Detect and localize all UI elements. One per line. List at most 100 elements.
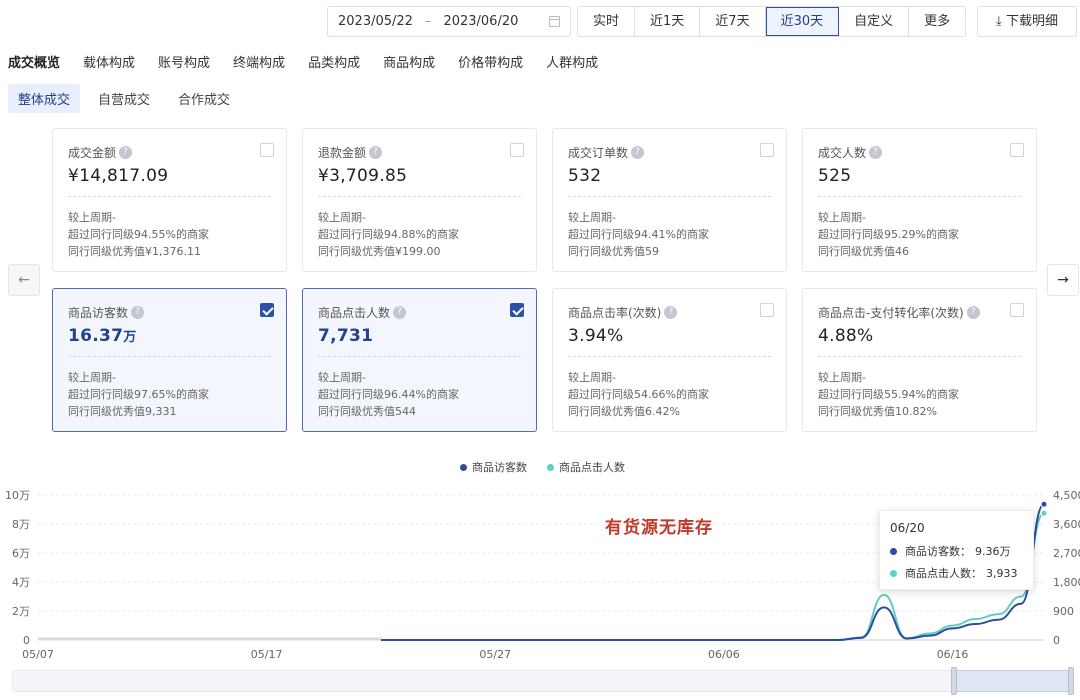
metric-card[interactable]: 成交人数? 525 较上周期- 超过同行同级95.29%的商家 同行同级优秀值46	[802, 128, 1037, 272]
metric-unit: 万	[123, 330, 137, 345]
metric-peer-excellent: 同行同级优秀值6.42%	[568, 405, 680, 418]
metric-compare: 较上周期-	[568, 211, 616, 224]
metric-value-row: 16.37万	[68, 326, 271, 346]
metric-card[interactable]: 商品点击人数? 7,731 较上周期- 超过同行同级96.44%的商家 同行同级优秀值5…	[302, 288, 537, 432]
y-left-tick-label: 6万	[12, 547, 30, 560]
tooltip-value: 3,933	[986, 566, 1018, 580]
metric-card[interactable]: 成交订单数? 532 较上周期- 超过同行同级94.41%的商家 同行同级优秀值59	[552, 128, 787, 272]
calendar-icon[interactable]	[549, 16, 560, 27]
metric-value-row: 4.88%	[818, 326, 1021, 346]
metric-value-row: ¥3,709.85	[318, 166, 521, 186]
y-left-tick-label: 0	[23, 634, 30, 647]
metric-card[interactable]: 退款金额? ¥3,709.85 较上周期- 超过同行同级94.88%的商家 同行同级优秀…	[302, 128, 537, 272]
metric-checkbox[interactable]	[760, 303, 774, 317]
metric-card[interactable]: 成交金额? ¥14,817.09 较上周期- 超过同行同级94.55%的商家 同行同级优…	[52, 128, 287, 272]
help-icon[interactable]: ?	[131, 306, 145, 319]
metric-peer-rank: 超过同行同级95.29%的商家	[818, 228, 959, 241]
chart-zoom-window[interactable]	[955, 670, 1070, 692]
prev-arrow-button[interactable]: ←	[8, 264, 40, 296]
metric-value: 4.88%	[818, 326, 874, 346]
metric-title: 商品点击人数	[318, 306, 391, 320]
subtab-item[interactable]: 整体成交	[8, 84, 81, 113]
metric-title: 成交金额	[68, 146, 117, 160]
tab-item[interactable]: 成交概览	[8, 52, 60, 71]
date-start[interactable]: 2023/05/22	[338, 14, 413, 29]
metric-title: 商品点击率(次数)	[568, 306, 662, 320]
chart-zoom-track[interactable]	[12, 670, 1072, 692]
zoom-handle-left[interactable]	[951, 667, 957, 695]
metric-title: 成交人数	[818, 146, 867, 160]
tab-item[interactable]: 终端构成	[233, 52, 285, 71]
y-right-tick-label: 4,500	[1053, 489, 1080, 502]
metric-checkbox[interactable]	[1010, 143, 1024, 157]
metric-checkbox[interactable]	[510, 143, 524, 157]
help-icon[interactable]: ?	[966, 306, 980, 319]
date-end[interactable]: 2023/06/20	[443, 14, 518, 29]
metric-checkbox[interactable]	[260, 143, 274, 157]
x-tick-label: 05/27	[479, 648, 511, 661]
metric-title-row: 退款金额?	[318, 144, 521, 161]
zoom-handle-right[interactable]	[1068, 667, 1074, 695]
range-button[interactable]: 近1天	[635, 7, 701, 36]
legend-dot	[547, 463, 554, 471]
metric-title-row: 商品点击率(次数)?	[568, 304, 771, 321]
help-icon[interactable]: ?	[369, 146, 383, 159]
metric-value: ¥3,709.85	[318, 166, 408, 186]
legend-item-visitors[interactable]: 商品访客数	[460, 459, 527, 475]
metric-card[interactable]: 商品访客数? 16.37万 较上周期- 超过同行同级97.65%的商家 同行同级优秀值9…	[52, 288, 287, 432]
metric-title: 商品点击-支付转化率(次数)	[818, 306, 964, 320]
subtab-item[interactable]: 合作成交	[168, 84, 240, 113]
range-button[interactable]: 近7天	[700, 7, 766, 36]
metric-compare: 较上周期-	[818, 371, 866, 384]
help-icon[interactable]: ?	[869, 146, 883, 159]
metric-value: ¥14,817.09	[68, 166, 169, 186]
help-icon[interactable]: ?	[119, 146, 133, 159]
y-right-tick-label: 3,600	[1053, 518, 1080, 531]
date-range-picker[interactable]: 2023/05/22 – 2023/06/20	[327, 6, 571, 37]
y-left-tick-label: 2万	[12, 605, 30, 618]
time-range-selector[interactable]: 实时 近1天 近7天 近30天 自定义 更多	[577, 6, 967, 37]
series-point-clickers	[1040, 509, 1048, 517]
metric-title-row: 成交人数?	[818, 144, 1021, 161]
legend-item-clickers[interactable]: 商品点击人数	[547, 459, 625, 475]
range-button[interactable]: 实时	[578, 7, 636, 36]
tooltip-value: 9.36万	[975, 545, 1011, 558]
help-icon[interactable]: ?	[393, 306, 407, 319]
metric-checkbox[interactable]	[760, 143, 774, 157]
deal-subtabs: 整体成交 自营成交 合作成交	[8, 84, 248, 113]
metric-card[interactable]: 商品点击-支付转化率(次数)? 4.88% 较上周期- 超过同行同级55.94%的商家…	[802, 288, 1037, 432]
tab-item[interactable]: 人群构成	[546, 52, 598, 71]
metric-checkbox[interactable]	[260, 303, 274, 317]
metric-checkbox[interactable]	[1010, 303, 1024, 317]
next-arrow-button[interactable]: →	[1047, 264, 1079, 296]
y-left-tick-label: 4万	[12, 576, 30, 589]
tab-item[interactable]: 账号构成	[158, 52, 210, 71]
metric-card[interactable]: 商品点击率(次数)? 3.94% 较上周期- 超过同行同级54.66%的商家 同行同级优…	[552, 288, 787, 432]
metric-peer-rank: 超过同行同级97.65%的商家	[68, 388, 209, 401]
tab-item[interactable]: 价格带构成	[458, 52, 523, 71]
divider	[568, 356, 771, 357]
tab-item[interactable]: 商品构成	[383, 52, 435, 71]
range-button[interactable]: 更多	[909, 7, 965, 36]
x-tick-label: 06/06	[708, 648, 740, 661]
metric-checkbox[interactable]	[510, 303, 524, 317]
help-icon[interactable]: ?	[631, 146, 645, 159]
metric-title-row: 商品点击-支付转化率(次数)?	[818, 304, 1021, 321]
metric-title-row: 商品访客数?	[68, 304, 271, 321]
download-label: 下载明细	[1005, 14, 1058, 29]
tab-item[interactable]: 载体构成	[83, 52, 135, 71]
help-icon[interactable]: ?	[664, 306, 678, 319]
tab-item[interactable]: 品类构成	[308, 52, 360, 71]
metric-value: 525	[818, 166, 852, 186]
chart-tooltip: 06/20 商品访客数： 9.36万 商品点击人数： 3,933	[879, 510, 1034, 590]
range-button[interactable]: 近30天	[765, 7, 840, 36]
metric-value-row: 532	[568, 166, 771, 186]
range-button[interactable]: 自定义	[839, 7, 910, 36]
chart-legend: 商品访客数 商品点击人数	[460, 459, 645, 475]
legend-dot	[460, 463, 467, 471]
metric-peer-excellent: 同行同级优秀值59	[568, 245, 659, 258]
metric-title: 成交订单数	[568, 146, 629, 160]
download-details-button[interactable]: ⤓ 下载明细	[977, 6, 1077, 37]
metric-compare: 较上周期-	[568, 371, 616, 384]
subtab-item[interactable]: 自营成交	[88, 84, 160, 113]
